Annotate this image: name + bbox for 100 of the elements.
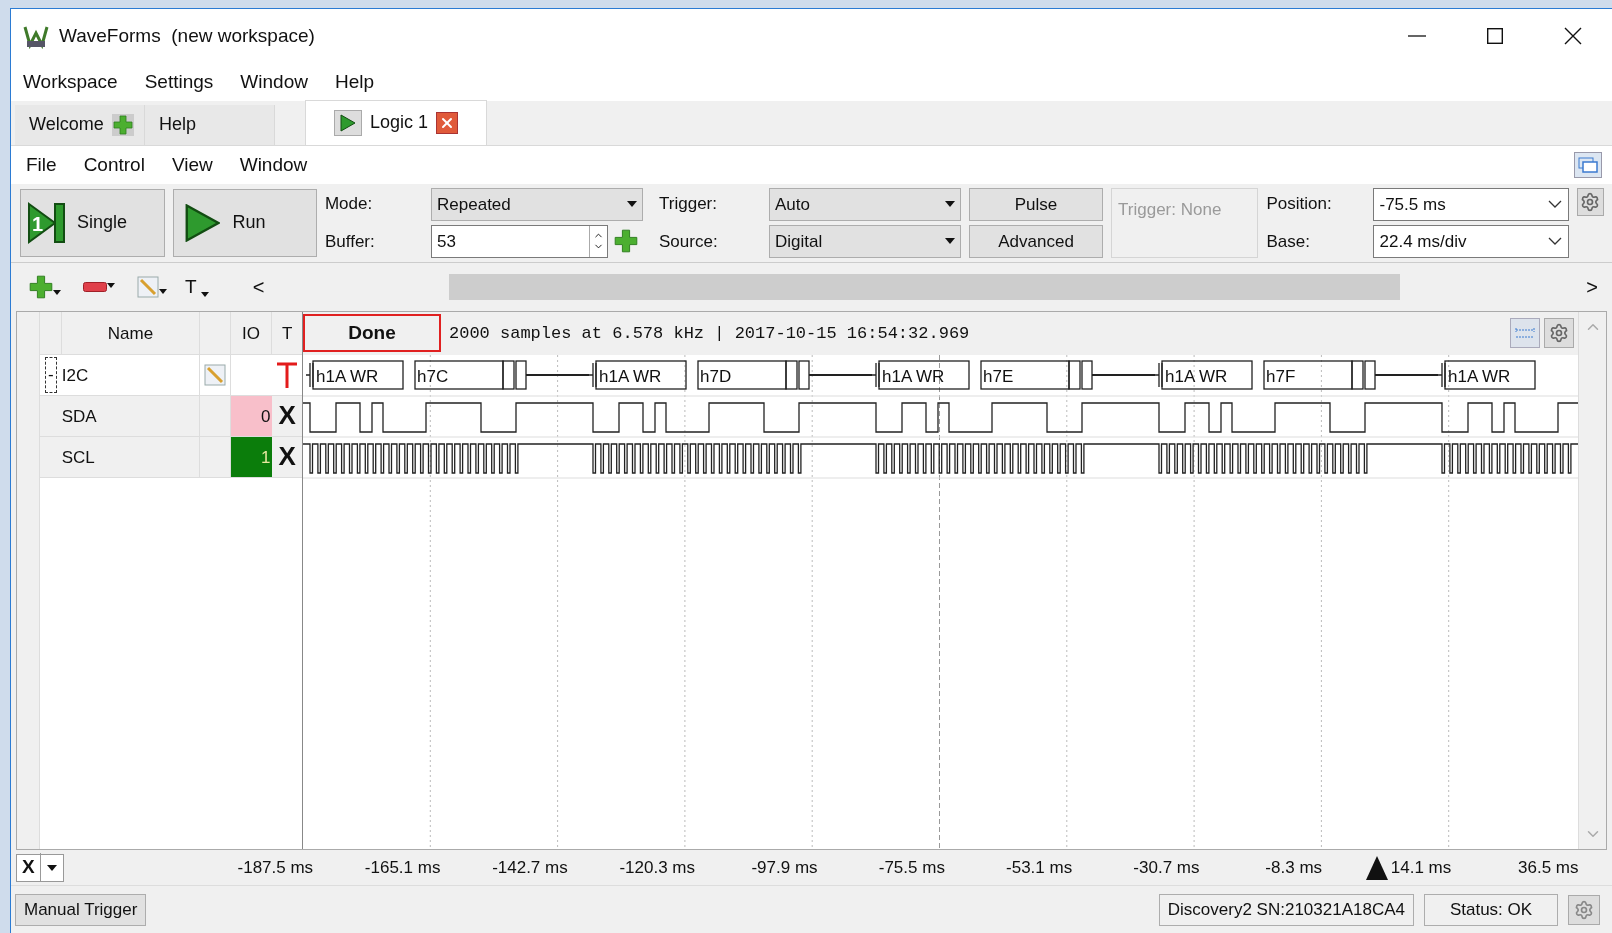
menu-item[interactable]: Window [240, 67, 308, 97]
axis-tick-label: -120.3 ms [619, 856, 695, 879]
field-label: Position: [1266, 193, 1333, 216]
axis-tick-label: -187.5 ms [237, 856, 314, 879]
caret-icon [200, 292, 209, 298]
status-label: Status: OK [1424, 893, 1558, 926]
column-header: Name [61, 311, 201, 354]
chevron-icon [1547, 237, 1562, 246]
pencil-icon [137, 275, 159, 298]
packet-label: h1A WR [1448, 366, 1511, 386]
axis-tick-label: 14.1 ms [1390, 856, 1452, 879]
packet-label: h7C [417, 366, 449, 386]
packet-label: h7E [983, 366, 1014, 386]
buffer-spinbox[interactable]: 53 [431, 224, 609, 258]
mode-dropdown[interactable]: Repeated [431, 187, 644, 221]
packet-label: h1A WR [1165, 366, 1228, 386]
settings-icon[interactable] [1568, 894, 1600, 925]
plus-icon [614, 229, 639, 254]
tab[interactable]: Help [145, 104, 275, 145]
settings-icon[interactable] [1576, 187, 1604, 216]
pencil-icon [204, 363, 226, 386]
window-title: WaveForms (new workspace) [59, 23, 315, 48]
base-combobox[interactable]: 22.4 ms/div [1372, 224, 1569, 258]
io-level: 0 [230, 395, 273, 436]
settings-icon[interactable] [1544, 318, 1574, 349]
channel-name: I2C [61, 364, 89, 387]
trigger-position-marker[interactable] [1366, 856, 1388, 881]
menu-item[interactable]: Control [83, 150, 145, 180]
caret-icon [46, 864, 57, 871]
field-label: Trigger: [659, 193, 718, 216]
plus-icon [112, 114, 133, 135]
run-button[interactable]: Run [173, 188, 317, 257]
menu-item[interactable]: View [171, 150, 213, 180]
trigger-dropdown[interactable]: Auto [769, 187, 962, 221]
close-icon [1564, 27, 1582, 45]
trigger-icon[interactable] [276, 361, 299, 388]
axis-tick-label: -30.7 ms [1133, 856, 1200, 879]
channel-name: SCL [61, 446, 95, 469]
menu-item[interactable]: File [26, 150, 57, 180]
column-header: T [281, 322, 294, 345]
tab[interactable]: Logic 1 [305, 99, 488, 145]
caret-icon [53, 289, 61, 295]
add-channel-button[interactable] [29, 274, 61, 299]
field-label: Mode: [324, 193, 374, 216]
tab[interactable]: Welcome [15, 104, 145, 145]
packet-label: h1A WR [316, 366, 379, 386]
menu-item[interactable]: Help [334, 67, 374, 97]
source-dropdown[interactable]: Digital [769, 224, 962, 258]
packet-label: h1A WR [599, 366, 662, 386]
menu-item[interactable]: Window [239, 150, 308, 180]
menu-item[interactable]: Settings [144, 67, 214, 97]
axis-tick-label: -53.1 ms [1006, 856, 1073, 879]
packet-label: h1A WR [882, 366, 945, 386]
acquisition-status: Done [303, 314, 441, 353]
window-mode-icon[interactable] [1574, 151, 1602, 178]
edit-channel-button[interactable] [137, 275, 167, 298]
tab-label: Logic 1 [370, 111, 429, 135]
device-label: Discovery2 SN:210321A18CA4 [1158, 893, 1414, 926]
trigger-setting[interactable]: X [278, 396, 296, 436]
play-icon [334, 109, 362, 136]
scroll-left-button[interactable]: < [248, 271, 269, 302]
packet-label: h7D [700, 366, 732, 386]
caret-icon [945, 201, 956, 208]
minimize-icon [1408, 35, 1426, 37]
axis-tick-label: -165.1 ms [364, 856, 441, 879]
channel-name: SDA [61, 405, 97, 428]
acquisition-info: 2000 samples at 6.578 kHz | 2017-10-15 16:54:32.969 [449, 322, 970, 345]
caret-icon [627, 201, 638, 208]
column-header: IO [230, 311, 273, 354]
text-tool-button[interactable]: T [185, 272, 209, 302]
position-combobox[interactable]: -75.5 ms [1372, 187, 1569, 221]
packet-label: h7F [1266, 366, 1296, 386]
axis-tick-label: -97.9 ms [751, 856, 818, 879]
field-label: Buffer: [324, 230, 376, 253]
field-label: Base: [1266, 230, 1311, 253]
manual-trigger-button[interactable]: Manual Trigger [15, 893, 147, 926]
scroll-right-button[interactable]: > [1582, 271, 1602, 302]
advanced-button[interactable]: Advanced [969, 224, 1104, 258]
axis-tick-label: 36.5 ms [1518, 856, 1579, 879]
single-button[interactable]: 1 Single [20, 188, 166, 257]
tab-label: Help [159, 113, 197, 137]
axis-tick-label: -142.7 ms [492, 856, 568, 879]
plus-icon [29, 274, 53, 299]
tab-label: Welcome [29, 113, 104, 137]
trigger-setting[interactable]: X [278, 437, 296, 477]
menu-item[interactable]: Workspace [23, 67, 118, 97]
maximize-icon [1487, 28, 1503, 44]
caret-icon [945, 238, 956, 245]
minus-icon [83, 281, 107, 292]
expand-toggle[interactable]: - [45, 356, 57, 393]
axis-tick-label: -75.5 ms [878, 856, 945, 879]
field-label: Source: [659, 230, 719, 253]
chevron-icon [1547, 200, 1562, 209]
caret-icon [159, 288, 167, 294]
close-icon[interactable] [436, 111, 459, 134]
axis-tick-label: -8.3 ms [1265, 856, 1323, 879]
pulse-button[interactable]: Pulse [969, 187, 1104, 221]
trigger-status: Trigger: None [1111, 187, 1259, 258]
axis-channel-dropdown[interactable]: X [16, 853, 64, 882]
remove-channel-button[interactable] [83, 281, 115, 292]
